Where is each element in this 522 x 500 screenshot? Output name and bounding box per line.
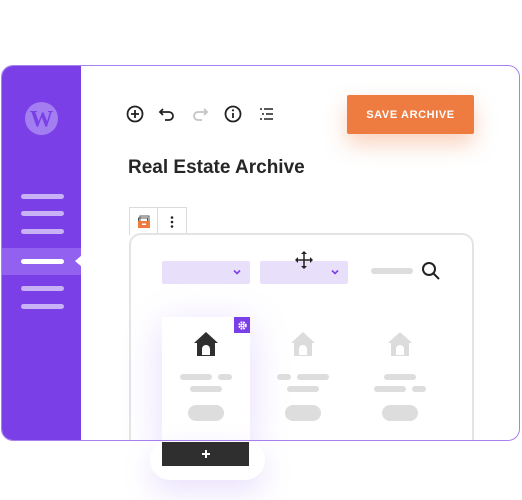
active-indicator-arrow xyxy=(75,255,82,267)
button-placeholder xyxy=(188,405,224,421)
svg-text:W: W xyxy=(30,106,53,132)
house-icon xyxy=(194,332,218,356)
admin-sidebar: W xyxy=(2,66,82,440)
more-options-button[interactable] xyxy=(157,208,185,235)
sidebar-item-6[interactable] xyxy=(21,304,64,309)
save-archive-button[interactable]: SAVE ARCHIVE xyxy=(347,95,474,134)
gear-icon xyxy=(237,320,247,330)
add-block-icon[interactable] xyxy=(125,104,145,124)
sidebar-item-1[interactable] xyxy=(21,194,64,199)
text-placeholder xyxy=(180,374,212,380)
more-options-icon xyxy=(170,215,173,228)
search-field-placeholder[interactable] xyxy=(371,268,413,274)
button-placeholder xyxy=(285,405,321,421)
block-toolbar xyxy=(129,207,187,235)
listing-card-selected[interactable] xyxy=(162,317,250,440)
text-placeholder xyxy=(287,386,319,392)
editor-window: W SAVE ARCHIVE Real Estate Archive xyxy=(1,65,520,441)
sidebar-item-4-active[interactable] xyxy=(21,259,64,264)
sidebar-item-5[interactable] xyxy=(21,286,64,291)
listing-card[interactable] xyxy=(356,317,444,440)
plus-icon xyxy=(201,450,210,458)
text-placeholder xyxy=(218,374,232,380)
page-title: Real Estate Archive xyxy=(128,157,305,178)
house-icon xyxy=(388,332,412,356)
text-placeholder xyxy=(277,374,291,380)
sidebar-item-2[interactable] xyxy=(21,211,64,216)
search-icon[interactable] xyxy=(421,261,441,281)
block-type-button[interactable] xyxy=(130,208,157,235)
list-view-icon[interactable] xyxy=(256,104,276,124)
redo-icon[interactable] xyxy=(190,104,210,124)
listing-card[interactable] xyxy=(259,317,347,440)
button-placeholder xyxy=(382,405,418,421)
archive-block-icon xyxy=(137,215,150,228)
text-placeholder xyxy=(384,374,416,380)
add-item-button[interactable] xyxy=(162,442,249,466)
move-cursor-icon[interactable] xyxy=(294,250,314,270)
text-placeholder xyxy=(374,386,406,392)
info-icon[interactable] xyxy=(223,104,243,124)
undo-icon[interactable] xyxy=(157,104,177,124)
house-icon xyxy=(291,332,315,356)
card-settings-button[interactable] xyxy=(234,317,250,333)
text-placeholder xyxy=(412,386,426,392)
chevron-down-icon xyxy=(233,269,241,275)
sidebar-item-3[interactable] xyxy=(21,229,64,234)
filter-dropdown-1[interactable] xyxy=(162,261,250,284)
chevron-down-icon xyxy=(331,269,339,275)
text-placeholder xyxy=(297,374,329,380)
wordpress-logo-icon[interactable]: W xyxy=(24,101,59,136)
text-placeholder xyxy=(190,386,222,392)
